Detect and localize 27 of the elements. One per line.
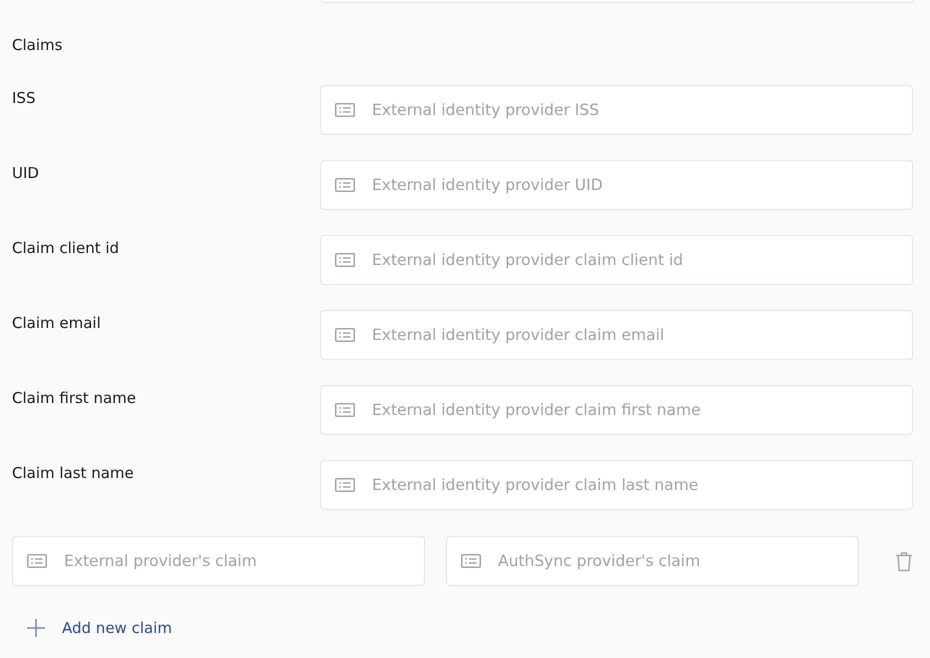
field-label: UID bbox=[12, 163, 39, 183]
input-field[interactable]: External identity provider claim last name bbox=[320, 460, 913, 510]
field-label: Claim client id bbox=[12, 238, 120, 258]
field-label: Claim last name bbox=[12, 463, 134, 483]
input-field[interactable]: External identity provider claim email bbox=[320, 310, 913, 360]
trash-icon bbox=[895, 550, 913, 572]
input-field[interactable]: AuthSync provider's claim bbox=[446, 536, 859, 586]
list-icon bbox=[335, 253, 355, 267]
list-icon bbox=[461, 554, 481, 568]
field-label: ISS bbox=[12, 88, 36, 108]
list-icon bbox=[335, 403, 355, 417]
plus-icon bbox=[27, 619, 45, 637]
input-field[interactable]: External provider's claim bbox=[12, 536, 425, 586]
list-icon bbox=[335, 478, 355, 492]
input-field[interactable]: External identity provider claim client id bbox=[320, 235, 913, 285]
list-icon bbox=[27, 554, 47, 568]
field-label: Claim email bbox=[12, 313, 101, 333]
list-icon bbox=[335, 178, 355, 192]
list-icon bbox=[335, 103, 355, 117]
list-icon bbox=[335, 328, 355, 342]
section-title: Claims bbox=[12, 35, 62, 55]
input-field[interactable]: External identity provider ISS bbox=[320, 85, 913, 135]
input-field[interactable]: External identity provider UID bbox=[320, 160, 913, 210]
field-label: Claim first name bbox=[12, 388, 136, 408]
input-field[interactable]: External identity provider claim first name bbox=[320, 385, 913, 435]
delete-button[interactable] bbox=[895, 550, 913, 572]
add-claim-button[interactable]: Add new claim bbox=[27, 612, 172, 644]
